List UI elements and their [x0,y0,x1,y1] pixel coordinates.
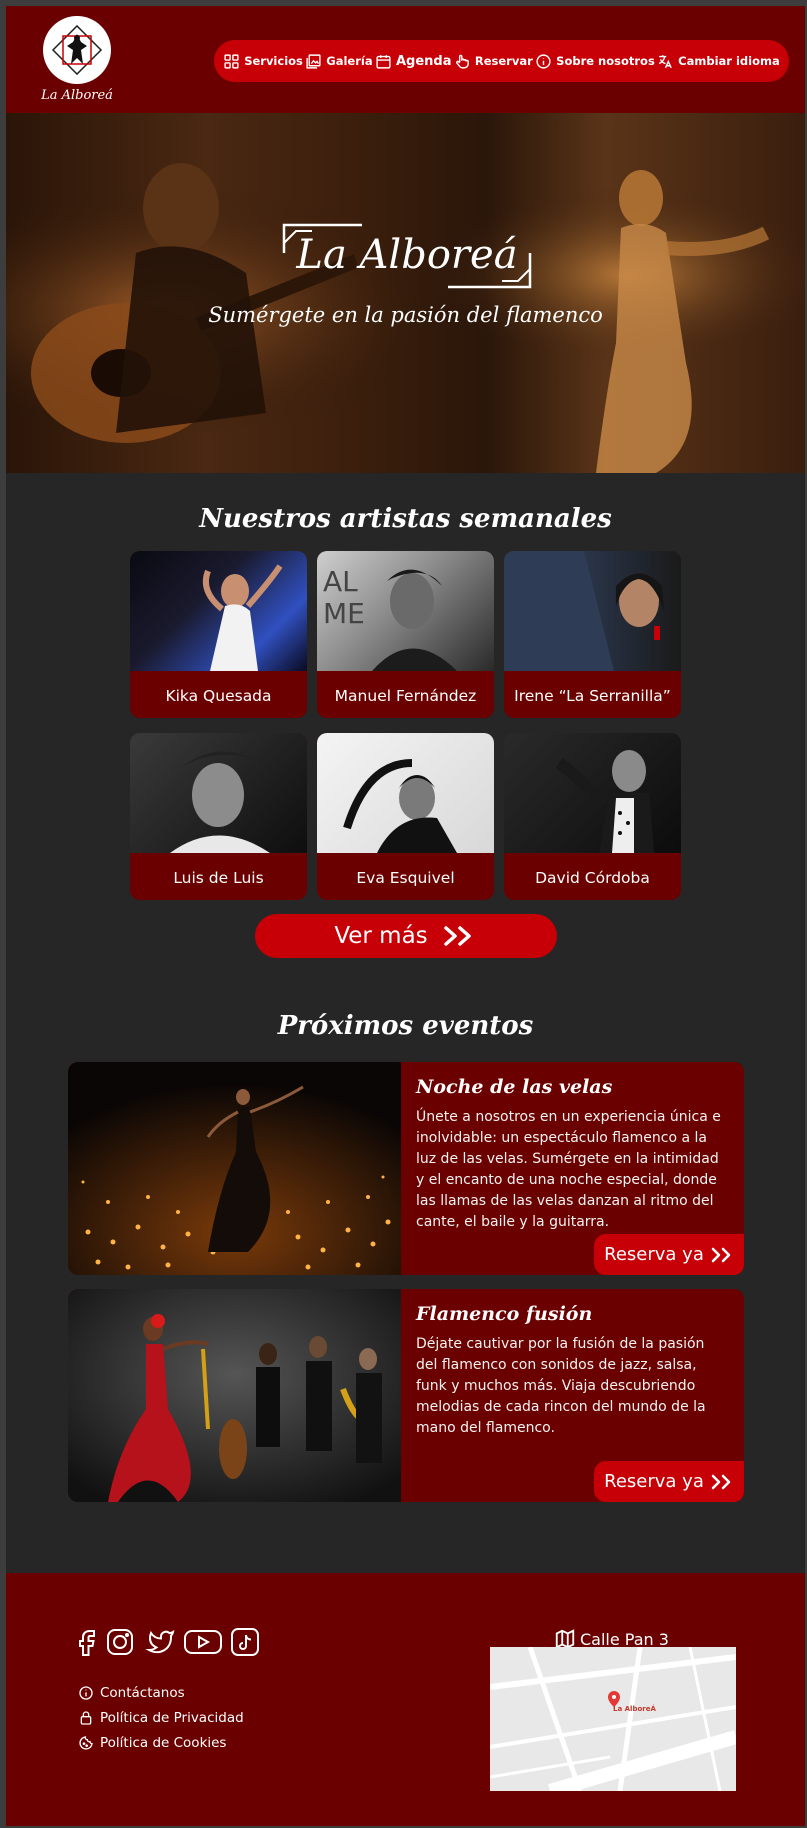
nav-label: Sobre nosotros [556,54,655,68]
site-header: La Alboreá Servicios Galería Agenda Rese… [6,6,805,113]
gallery-icon [306,53,321,69]
artist-card[interactable]: Kika Quesada [130,551,307,718]
footer-link-contactanos[interactable]: Contáctanos [78,1685,244,1701]
site-footer: Contáctanos Política de Privacidad Polít… [6,1573,805,1826]
hand-pointer-icon [455,54,469,69]
double-chevron-right-icon [443,926,471,946]
instagram-icon[interactable] [105,1627,135,1657]
lock-icon [80,1711,92,1725]
hero-banner: La Alboreá Sumérgete en la pasión del fl… [6,113,805,473]
nav-sobre-nosotros[interactable]: Sobre nosotros [535,53,655,70]
double-chevron-right-icon [711,1474,731,1489]
artist-photo [317,733,494,853]
event-image [68,1062,401,1275]
event-card: Flamenco fusión Déjate cautivar por la f… [68,1289,744,1502]
artist-name: Kika Quesada [165,687,272,705]
artist-card[interactable]: AL ME Manuel Fernández [317,551,494,718]
event-card: Noche de las velas Únete a nosotros en u… [68,1062,744,1275]
grid-icon [224,53,239,69]
reserva-ya-label: Reserva ya [604,1471,704,1492]
footer-link-cookies[interactable]: Política de Cookies [78,1735,244,1751]
artist-name: Eva Esquivel [356,869,455,887]
event-body: Flamenco fusión Déjate cautivar por la f… [416,1303,728,1439]
event-title: Flamenco fusión [416,1303,593,1325]
hero-title: La Alboreá [296,232,518,278]
footer-link-label: Política de Privacidad [100,1710,244,1726]
nav-label: Galería [326,54,373,68]
reserva-ya-button[interactable]: Reserva ya [594,1461,744,1502]
logo-name: La Alboreá [41,88,113,103]
nav-galeria[interactable]: Galería [305,53,373,70]
cookie-icon [79,1736,93,1750]
footer-link-label: Política de Cookies [100,1735,227,1751]
facebook-icon[interactable] [76,1627,98,1657]
artist-card[interactable]: Luis de Luis [130,733,307,900]
svg-text:AL: AL [323,565,358,598]
artist-photo: AL ME [317,551,494,671]
reserva-ya-label: Reserva ya [604,1244,704,1265]
address-text: Calle Pan 3 [580,1629,669,1649]
footer-links: Contáctanos Política de Privacidad Polít… [78,1685,244,1760]
info-icon [79,1686,93,1700]
ver-mas-button[interactable]: Ver más [255,914,557,958]
tiktok-icon[interactable] [230,1627,260,1657]
artist-name: Irene “La Serranilla” [514,687,671,705]
artist-name: David Córdoba [535,869,650,887]
footer-link-privacidad[interactable]: Política de Privacidad [78,1710,244,1726]
calendar-icon [376,54,391,69]
info-icon [536,53,551,69]
logo-emblem-icon [43,16,111,84]
main-nav: Servicios Galería Agenda Reservar Sobre … [214,40,789,82]
artist-name: Luis de Luis [173,869,264,887]
nav-agenda[interactable]: Agenda [375,53,452,70]
location-map[interactable]: La AlboreÁ [490,1647,736,1791]
nav-reservar[interactable]: Reservar [454,53,533,70]
double-chevron-right-icon [711,1247,731,1262]
logo[interactable]: La Alboreá [38,16,116,103]
artists-section-title: Nuestros artistas semanales [199,504,612,534]
nav-cambiar-idioma[interactable]: Cambiar idioma [657,53,780,70]
reserva-ya-button[interactable]: Reserva ya [594,1234,744,1275]
artist-photo [504,551,681,671]
svg-text:ME: ME [323,597,365,630]
map-label: La AlboreÁ [613,1705,656,1713]
page: La Alboreá Servicios Galería Agenda Rese… [6,6,805,1826]
artist-card[interactable]: David Córdoba [504,733,681,900]
twitter-icon[interactable] [142,1627,176,1657]
hero-background-image [6,113,805,473]
footer-link-label: Contáctanos [100,1685,185,1701]
hero-subtitle: Sumérgete en la pasión del flamenco [208,303,603,327]
nav-label: Servicios [244,54,303,68]
artist-photo [130,551,307,671]
artist-card[interactable]: Irene “La Serranilla” [504,551,681,718]
translate-icon [658,54,672,68]
ver-mas-label: Ver más [334,923,428,949]
event-description: Únete a nosotros en un experiencia única… [416,1109,721,1230]
youtube-icon[interactable] [183,1627,223,1657]
artist-card[interactable]: Eva Esquivel [317,733,494,900]
nav-servicios[interactable]: Servicios [223,53,303,70]
nav-label: Reservar [474,54,533,68]
artist-name: Manuel Fernández [334,687,477,705]
event-description: Déjate cautivar por la fusión de la pasi… [416,1336,706,1436]
hero-title-frame: La Alboreá [282,223,532,289]
nav-label: Agenda [395,53,452,69]
event-image [68,1289,401,1502]
social-links [76,1627,260,1657]
artist-photo [504,733,681,853]
artist-photo [130,733,307,853]
event-body: Noche de las velas Únete a nosotros en u… [416,1076,728,1233]
nav-label: Cambiar idioma [678,54,780,68]
event-title: Noche de las velas [416,1076,613,1098]
events-section-title: Próximos eventos [277,1011,534,1041]
